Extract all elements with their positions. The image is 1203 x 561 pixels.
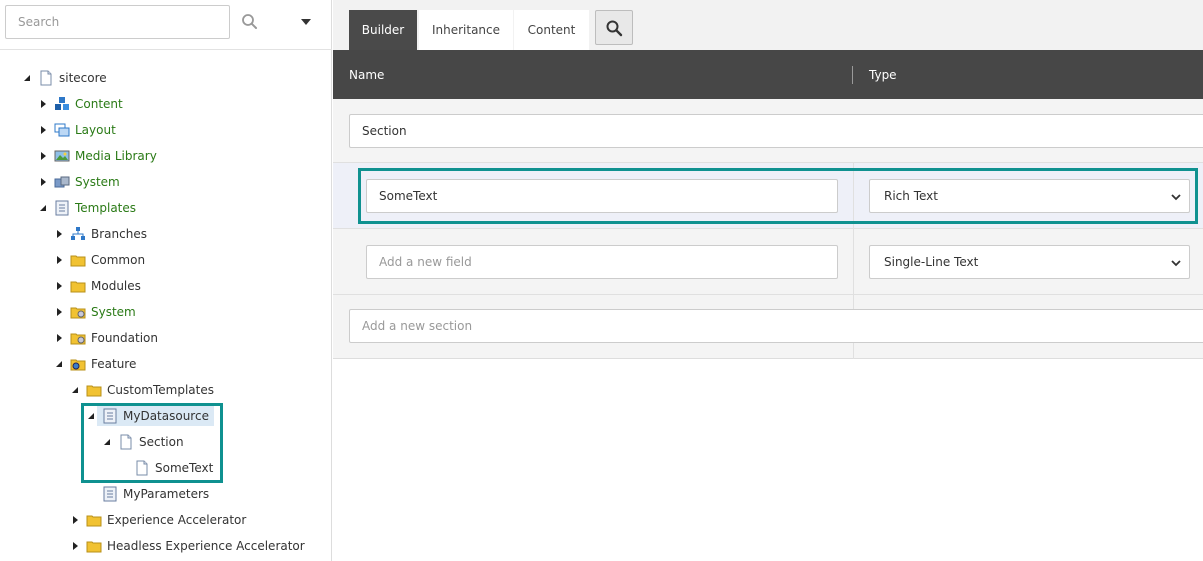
tree-highlight-box — [81, 403, 223, 483]
search-icon[interactable] — [238, 10, 262, 34]
tree-item-label: CustomTemplates — [107, 383, 214, 397]
tree-item-foundation[interactable]: Foundation — [54, 326, 158, 350]
collapsed-arrow-icon[interactable] — [38, 144, 48, 168]
tree-item-branches[interactable]: Branches — [54, 222, 147, 246]
folder-gear-icon — [70, 330, 86, 346]
collapsed-arrow-icon[interactable] — [54, 248, 64, 272]
layout-icon — [54, 122, 70, 138]
field-type-value: Single-Line Text — [884, 255, 979, 269]
column-header-name: Name — [349, 67, 385, 82]
collapsed-arrow-icon[interactable] — [54, 326, 64, 350]
tree-item-experience-accelerator[interactable]: Experience Accelerator — [70, 508, 246, 532]
tree-item-label: Feature — [91, 357, 137, 371]
tree-item-sitecore[interactable]: sitecore — [22, 66, 107, 90]
tree-item-headless-experience-accelerator[interactable]: Headless Experience Accelerator — [70, 534, 305, 558]
expanded-arrow-icon[interactable] — [70, 378, 80, 402]
content-tree-panel: sitecore Content Layout Media Library Sy… — [0, 0, 332, 561]
tree-item-label: MyParameters — [123, 487, 210, 501]
document-icon — [38, 70, 54, 86]
tree-item-feature[interactable]: Feature — [54, 352, 136, 376]
grid-header: Name Type — [333, 50, 1203, 99]
collapsed-arrow-icon[interactable] — [54, 274, 64, 298]
tree-item-label: Templates — [75, 201, 137, 215]
folder-icon — [86, 382, 102, 398]
collapsed-arrow-icon[interactable] — [38, 118, 48, 142]
folder-icon — [86, 512, 102, 528]
tab-inheritance[interactable]: Inheritance — [419, 10, 513, 50]
tree-item-content[interactable]: Content — [38, 92, 123, 116]
tree-item-label: System — [75, 175, 120, 189]
tree-item-layout[interactable]: Layout — [38, 118, 116, 142]
tree-item-label: Media Library — [75, 149, 157, 163]
tree-item-label: Foundation — [91, 331, 158, 345]
cubes-icon — [54, 96, 70, 112]
collapsed-arrow-icon[interactable] — [70, 508, 80, 532]
tree-item-label: Content — [75, 97, 123, 111]
template-icon — [54, 200, 70, 216]
tab-content[interactable]: Content — [514, 10, 589, 50]
expanded-arrow-icon[interactable] — [22, 66, 32, 90]
tree-search-bar — [0, 0, 332, 50]
tree-item-label: Layout — [75, 123, 116, 137]
tab-builder[interactable]: Builder — [349, 10, 417, 50]
tree-item-media-library[interactable]: Media Library — [38, 144, 157, 168]
folder-icon — [70, 278, 86, 294]
column-header-type: Type — [869, 67, 897, 82]
tree-item-label: System — [91, 305, 136, 319]
row-divider — [333, 294, 1203, 295]
tree-item-label: Modules — [91, 279, 141, 293]
column-divider — [852, 66, 853, 84]
chevron-down-icon — [1171, 260, 1181, 267]
folder-gear-icon — [70, 356, 86, 372]
tree-item-customtemplates[interactable]: CustomTemplates — [70, 378, 214, 402]
search-input[interactable] — [5, 5, 230, 39]
tree-item-templates[interactable]: Templates — [38, 196, 136, 220]
system-icon — [54, 174, 70, 190]
folder-icon — [70, 252, 86, 268]
collapsed-arrow-icon[interactable] — [70, 534, 80, 558]
tree-item-modules[interactable]: Modules — [54, 274, 141, 298]
image-icon — [54, 148, 70, 164]
tree-item-label: Headless Experience Accelerator — [107, 539, 305, 553]
expanded-arrow-icon[interactable] — [54, 352, 64, 376]
tree-item-label: Branches — [91, 227, 147, 241]
new-field-input[interactable] — [366, 245, 838, 279]
collapsed-arrow-icon[interactable] — [38, 92, 48, 116]
folder-icon — [86, 538, 102, 554]
branch-icon — [70, 226, 86, 242]
expanded-arrow-icon[interactable] — [38, 196, 48, 220]
tree-item-templates-system[interactable]: System — [54, 300, 136, 324]
folder-gear-icon — [70, 304, 86, 320]
row-divider — [333, 228, 1203, 229]
tree-item-label: Common — [91, 253, 146, 267]
editor-tabs: Builder Inheritance Content — [333, 0, 1203, 50]
field-highlight-box — [358, 168, 1198, 224]
collapsed-arrow-icon[interactable] — [38, 170, 48, 194]
builder-grid: Rich Text Single-Line Text — [333, 99, 1203, 359]
template-icon — [102, 486, 118, 502]
tree-item-label: Experience Accelerator — [107, 513, 247, 527]
section-name-input[interactable] — [349, 114, 1203, 148]
caret-down-icon[interactable] — [296, 10, 316, 34]
tree-item-label: sitecore — [59, 71, 107, 85]
tree-item-system[interactable]: System — [38, 170, 120, 194]
new-section-input[interactable] — [349, 309, 1203, 343]
tree-item-common[interactable]: Common — [54, 248, 145, 272]
collapsed-arrow-icon[interactable] — [54, 222, 64, 246]
new-field-type-select[interactable]: Single-Line Text — [869, 245, 1190, 279]
search-button[interactable] — [595, 10, 633, 45]
template-builder-panel: Builder Inheritance Content Name Type Ri… — [333, 0, 1203, 561]
search-icon — [606, 20, 623, 36]
tree-item-myparameters[interactable]: MyParameters — [102, 482, 209, 506]
collapsed-arrow-icon[interactable] — [54, 300, 64, 324]
